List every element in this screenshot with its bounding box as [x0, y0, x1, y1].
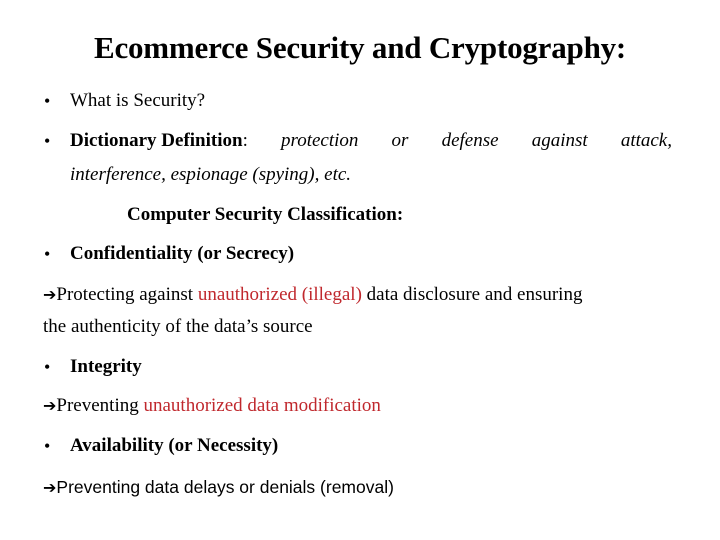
bullet-icon: • — [44, 357, 51, 377]
confidentiality-description-line-2: the authenticity of the data’s source — [43, 316, 313, 337]
desc-highlight: unauthorized data modification — [143, 395, 381, 416]
dictionary-line-1: Dictionary Definition: protection or def… — [70, 130, 672, 152]
dictionary-line-2: interference, espionage (spying), etc. — [70, 164, 352, 185]
definition-word: defense — [441, 130, 499, 151]
bullet-icon: • — [44, 131, 51, 151]
definition-word: attack, — [620, 130, 672, 151]
arrow-right-icon: ➔ — [43, 285, 57, 304]
availability-heading: Availability (or Necessity) — [70, 435, 279, 456]
dictionary-label-wrap: Dictionary Definition: — [70, 130, 248, 152]
integrity-heading: Integrity — [70, 356, 142, 377]
arrow-right-icon: ➔ — [43, 478, 57, 497]
desc-text: Preventing — [56, 395, 144, 416]
definition-word: against — [531, 130, 588, 151]
confidentiality-heading: Confidentiality (or Secrecy) — [70, 243, 295, 264]
arrow-right-icon: ➔ — [43, 396, 57, 415]
dictionary-label: Dictionary Definition — [70, 130, 243, 151]
definition-word: protection — [281, 130, 359, 151]
classification-heading: Computer Security Classification: — [127, 204, 404, 225]
bullet-icon: • — [44, 91, 51, 111]
desc-text: data disclosure and ensuring — [361, 284, 583, 305]
confidentiality-description: ➔Protecting against unauthorized (illega… — [43, 284, 582, 306]
desc-highlight: unauthorized (illegal) — [197, 284, 362, 305]
dictionary-colon: : — [242, 130, 248, 151]
desc-text: Preventing data delays or denials (remov… — [56, 477, 394, 497]
definition-word: or — [391, 130, 409, 151]
bullet-text: What is Security? — [70, 90, 206, 111]
bullet-icon: • — [44, 436, 51, 456]
desc-text: Protecting against — [56, 284, 198, 305]
slide: Ecommerce Security and Cryptography: • W… — [0, 0, 720, 540]
slide-title: Ecommerce Security and Cryptography: — [93, 30, 627, 65]
integrity-description: ➔Preventing unauthorized data modificati… — [43, 395, 381, 417]
bullet-icon: • — [44, 244, 51, 264]
availability-description: ➔Preventing data delays or denials (remo… — [43, 477, 394, 498]
